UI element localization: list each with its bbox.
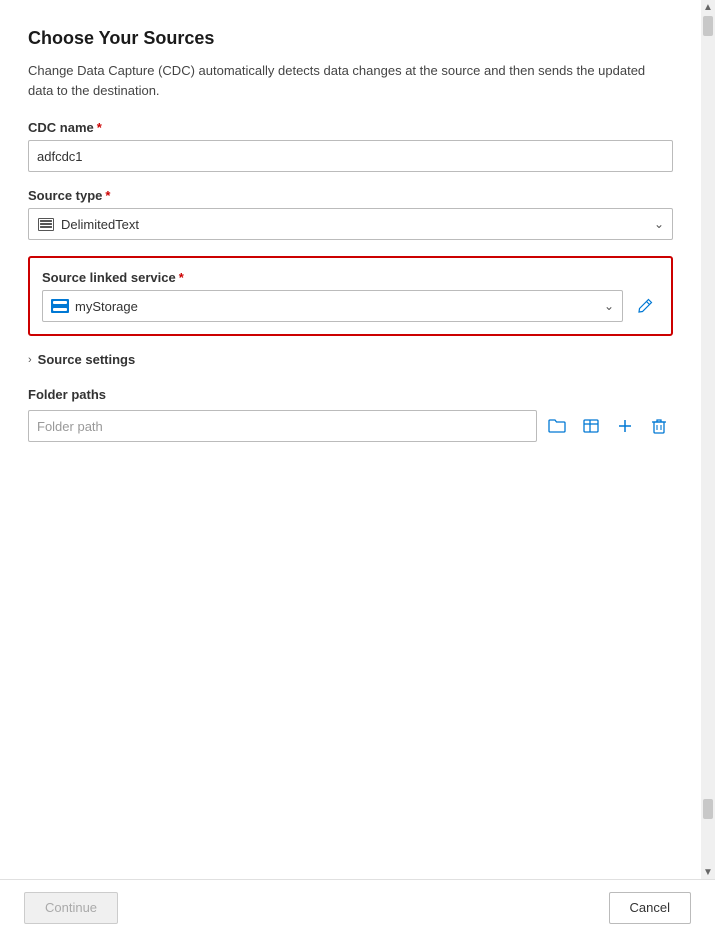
main-panel: Choose Your Sources Change Data Capture … bbox=[0, 0, 701, 879]
folder-open-icon bbox=[548, 418, 566, 434]
delimited-text-icon bbox=[37, 217, 55, 231]
source-linked-service-value: myStorage bbox=[75, 299, 138, 314]
source-type-select[interactable]: DelimitedText ⌄ bbox=[28, 208, 673, 240]
source-settings-label: Source settings bbox=[38, 352, 136, 367]
table-browse-icon bbox=[582, 418, 600, 434]
source-type-required: * bbox=[105, 188, 110, 203]
source-type-label: Source type * bbox=[28, 188, 673, 203]
linked-service-chevron: ⌄ bbox=[604, 299, 614, 313]
cdc-name-label: CDC name * bbox=[28, 120, 673, 135]
cdc-name-group: CDC name * bbox=[28, 120, 673, 172]
source-type-group: Source type * DelimitedText ⌄ bbox=[28, 188, 673, 240]
add-folder-path-button[interactable] bbox=[611, 412, 639, 440]
pencil-icon bbox=[637, 298, 653, 314]
scrollbar[interactable]: ▲ ▼ bbox=[701, 0, 715, 879]
page-title: Choose Your Sources bbox=[28, 28, 673, 49]
add-icon bbox=[618, 419, 632, 433]
edit-linked-service-button[interactable] bbox=[631, 292, 659, 320]
source-type-value: DelimitedText bbox=[61, 217, 139, 232]
scrollbar-thumb-top[interactable] bbox=[703, 16, 713, 36]
scroll-up-arrow[interactable]: ▲ bbox=[701, 0, 715, 14]
source-settings-section[interactable]: › Source settings bbox=[28, 352, 673, 367]
cancel-button[interactable]: Cancel bbox=[609, 892, 691, 924]
folder-path-row bbox=[28, 410, 673, 442]
footer: Continue Cancel bbox=[0, 879, 715, 935]
folder-paths-group: Folder paths bbox=[28, 387, 673, 442]
browse-folder-button[interactable] bbox=[543, 412, 571, 440]
page-description: Change Data Capture (CDC) automatically … bbox=[28, 61, 673, 100]
source-linked-service-required: * bbox=[179, 270, 184, 285]
storage-service-icon bbox=[51, 299, 69, 313]
folder-path-input[interactable] bbox=[28, 410, 537, 442]
source-linked-service-select[interactable]: myStorage ⌄ bbox=[42, 290, 623, 322]
source-linked-service-group: Source linked service * myStorage ⌄ bbox=[42, 270, 659, 322]
scroll-down-arrow[interactable]: ▼ bbox=[701, 865, 715, 879]
scrollbar-thumb-bottom[interactable] bbox=[703, 799, 713, 819]
source-settings-chevron: › bbox=[28, 354, 32, 366]
cdc-name-input[interactable] bbox=[28, 140, 673, 172]
source-type-chevron: ⌄ bbox=[654, 217, 664, 231]
delete-icon bbox=[651, 418, 667, 434]
source-linked-service-section: Source linked service * myStorage ⌄ bbox=[28, 256, 673, 336]
source-linked-service-label: Source linked service * bbox=[42, 270, 659, 285]
browse-table-button[interactable] bbox=[577, 412, 605, 440]
folder-paths-label: Folder paths bbox=[28, 387, 673, 402]
delete-folder-path-button[interactable] bbox=[645, 412, 673, 440]
continue-button: Continue bbox=[24, 892, 118, 924]
linked-service-row: myStorage ⌄ bbox=[42, 290, 659, 322]
cdc-name-required: * bbox=[97, 120, 102, 135]
